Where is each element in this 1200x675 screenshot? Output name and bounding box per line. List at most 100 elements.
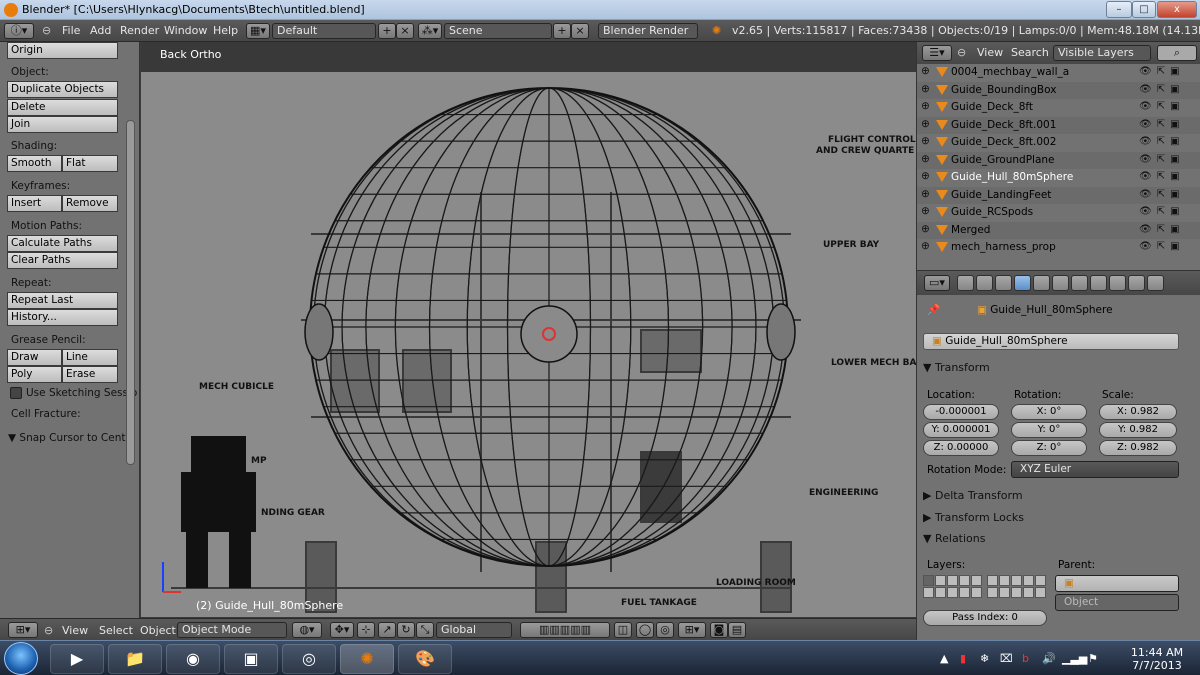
pin-icon[interactable]: 📌 [927,303,940,316]
tray-app-icon[interactable]: ▮ [960,652,966,665]
transform-panel-header[interactable]: ▼ Transform [923,361,990,374]
join-button[interactable]: Join [7,116,118,133]
visibility-icons[interactable]: 👁⇱▣ [1139,136,1185,147]
menu-add[interactable]: Add [90,24,111,37]
chrome-icon[interactable]: ◉ [166,644,220,674]
object-name-field[interactable]: ▣ Guide_Hull_80mSphere [923,333,1179,350]
mode-dropdown[interactable]: Object Mode [177,622,287,638]
visibility-icons[interactable]: 👁⇱▣ [1139,101,1185,112]
expand-icon[interactable]: ⊕ [921,170,930,182]
media-player-icon[interactable]: ▶ [50,644,104,674]
object-layers-grid-a[interactable] [923,575,982,599]
outliner-menu-search[interactable]: Search [1011,46,1049,59]
rotation-x-field[interactable]: X: 0° [1011,404,1087,420]
outliner-item[interactable]: ⊕ Guide_LandingFeet 👁⇱▣ [917,186,1200,204]
outliner-item[interactable]: ⊕ mech_harness_prop 👁⇱▣ [917,239,1200,257]
scene-icon[interactable]: ⁂▾ [418,23,442,39]
editor-type-3d-icon[interactable]: ⊞▾ [8,622,38,638]
parent-type-dropdown[interactable]: Object [1055,594,1179,611]
tool-shelf-scrollbar[interactable] [126,120,135,465]
render-still-icon[interactable]: ◙ [710,622,728,638]
pass-index-field[interactable]: Pass Index: 0 [923,610,1047,626]
outliner-item[interactable]: ⊕ Guide_GroundPlane 👁⇱▣ [917,151,1200,169]
transform-orientation-dropdown[interactable]: Global [436,622,512,638]
manipulator-toggle-icon[interactable]: ⊹ [357,622,375,638]
outliner-item[interactable]: ⊕ Guide_Deck_8ft.001 👁⇱▣ [917,116,1200,134]
maximize-button[interactable]: □ [1132,1,1156,18]
screen-layout-icon[interactable]: ▦▾ [246,23,270,39]
outliner-item[interactable]: ⊕ Guide_BoundingBox 👁⇱▣ [917,81,1200,99]
flat-button[interactable]: Flat [62,155,118,172]
smooth-button[interactable]: Smooth [7,155,62,172]
location-z-field[interactable]: Z: 0.00000 [923,440,999,456]
screen-layout-field[interactable]: Default [272,23,376,39]
outliner-item[interactable]: ⊕ Guide_RCSpods 👁⇱▣ [917,204,1200,222]
pivot-point-icon[interactable]: ✥▾ [330,622,354,638]
visibility-icons[interactable]: 👁⇱▣ [1139,66,1185,77]
outliner-item[interactable]: ⊕ Merged 👁⇱▣ [917,221,1200,239]
collapse-menu-icon[interactable]: ⊖ [957,46,966,59]
scale-y-field[interactable]: Y: 0.982 [1099,422,1177,438]
visibility-icons[interactable]: 👁⇱▣ [1139,206,1185,217]
delete-button[interactable]: Delete [7,99,118,116]
layer-buttons-icon[interactable]: ▥▥▥▥▥ [520,622,610,638]
outliner-item[interactable]: ⊕ Guide_Deck_8ft.002 👁⇱▣ [917,134,1200,152]
expand-icon[interactable]: ⊕ [921,223,930,235]
minimize-button[interactable]: – [1106,1,1132,18]
object-layers-grid-b[interactable] [987,575,1046,599]
tab-constraints-icon[interactable] [1033,275,1050,291]
remove-scene-icon[interactable]: × [571,23,589,39]
portal-app-icon[interactable]: ◎ [282,644,336,674]
rotation-z-field[interactable]: Z: 0° [1011,440,1087,456]
translate-manipulator-icon[interactable]: ↗ [378,622,396,638]
tab-render-icon[interactable] [957,275,974,291]
rotation-mode-dropdown[interactable]: XYZ Euler [1011,461,1179,478]
tab-physics-icon[interactable] [1147,275,1164,291]
scale-x-field[interactable]: X: 0.982 [1099,404,1177,420]
editor-type-outliner-icon[interactable]: ☰▾ [922,45,952,61]
menu-file[interactable]: File [62,24,80,37]
expand-icon[interactable]: ⊕ [921,65,930,77]
expand-icon[interactable]: ⊕ [921,205,930,217]
tray-signal-icon[interactable]: ▁▃▅ [1062,652,1087,665]
tray-flag-icon[interactable]: ⚑ [1088,652,1098,665]
tab-data-icon[interactable] [1071,275,1088,291]
menu-render[interactable]: Render [120,24,159,37]
menu-object[interactable]: Object [140,624,176,637]
transform-locks-panel-header[interactable]: ▶ Transform Locks [923,511,1024,524]
render-animation-icon[interactable]: ▤ [728,622,746,638]
collapse-menu-icon[interactable]: ⊖ [42,24,51,37]
expand-icon[interactable]: ⊕ [921,240,930,252]
expand-icon[interactable]: ⊕ [921,83,930,95]
scale-z-field[interactable]: Z: 0.982 [1099,440,1177,456]
tray-network-icon[interactable]: ⌧ [1000,652,1013,665]
outliner-item[interactable]: ⊕ Guide_Hull_80mSphere 👁⇱▣ [917,169,1200,187]
tab-modifiers-icon[interactable] [1052,275,1069,291]
outliner-item[interactable]: ⊕ Guide_Deck_8ft 👁⇱▣ [917,99,1200,117]
visibility-icons[interactable]: 👁⇱▣ [1139,189,1185,200]
expand-icon[interactable]: ⊕ [921,135,930,147]
delta-transform-panel-header[interactable]: ▶ Delta Transform [923,489,1023,502]
monitor-app-icon[interactable]: ▣ [224,644,278,674]
taskbar-clock[interactable]: 11:44 AM 7/7/2013 [1124,646,1190,672]
visibility-icons[interactable]: 👁⇱▣ [1139,154,1185,165]
menu-help[interactable]: Help [213,24,238,37]
visibility-icons[interactable]: 👁⇱▣ [1139,224,1185,235]
tab-world-icon[interactable] [995,275,1012,291]
calculate-paths-button[interactable]: Calculate Paths [7,235,118,252]
tray-volume-icon[interactable]: 🔊 [1042,652,1056,665]
visibility-icons[interactable]: 👁⇱▣ [1139,84,1185,95]
draw-button[interactable]: Draw [7,349,62,366]
expand-icon[interactable]: ⊕ [921,118,930,130]
outliner-search-icon[interactable]: ⌕ [1157,45,1197,61]
location-x-field[interactable]: -0.000001 [923,404,999,420]
start-button[interactable] [4,642,38,675]
viewport-shading-icon[interactable]: ◍▾ [292,622,322,638]
outliner-item[interactable]: ⊕ 0004_mechbay_wall_a 👁⇱▣ [917,64,1200,82]
use-sketching-checkbox[interactable] [10,387,22,399]
scale-manipulator-icon[interactable]: ⤡ [416,622,434,638]
tab-particles-icon[interactable] [1128,275,1145,291]
visibility-icons[interactable]: 👁⇱▣ [1139,171,1185,182]
expand-icon[interactable]: ⊕ [921,153,930,165]
repeat-last-button[interactable]: Repeat Last [7,292,118,309]
